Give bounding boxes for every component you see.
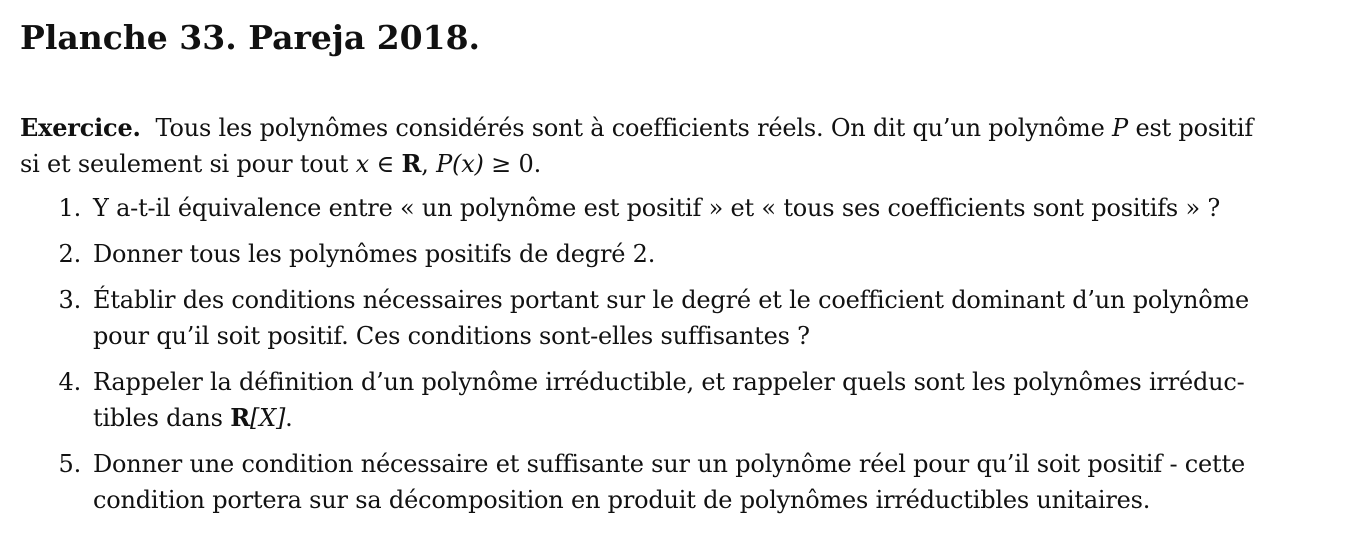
question-text-line-1: Donner une condition nécessaire et suffi… [93,450,1245,478]
question-number: 3. [58,286,82,314]
real-numbers-symbol: R [230,403,250,432]
question-text: Y a-t-il équivalence entre « un polynôme… [93,194,1221,222]
exercise-condition-start: si et seulement si pour tout [20,150,349,178]
x-symbol: x [355,150,370,178]
question-text: Donner tous les polynômes positifs de de… [93,240,656,268]
question-list: 1. Y a-t-il équivalence entre « un polyn… [55,190,1310,518]
question-item-5: 5. Donner une condition nécessaire et su… [55,446,1310,518]
question-item-2: 2. Donner tous les polynômes positifs de… [55,236,1310,272]
question-number: 1. [58,194,82,222]
question-text-part: tibles dans [93,404,223,432]
question-item-3: 3. Établir des conditions nécessaires po… [55,282,1310,354]
question-text-line-1: Établir des conditions nécessaires porta… [93,286,1250,314]
comma-symbol: , [421,150,429,178]
question-item-1: 1. Y a-t-il équivalence entre « un polyn… [55,190,1310,226]
real-numbers-symbol: R [401,149,422,178]
question-text-line-1: Rappeler la définition d’un polynôme irr… [93,368,1245,396]
inequality-symbol: ≥ 0. [491,150,541,178]
question-number: 4. [58,368,82,396]
question-number: 2. [58,240,82,268]
element-of-symbol: ∈ [376,150,395,178]
question-text-line-2: condition portera sur sa décomposition e… [93,486,1151,514]
period-symbol: . [285,404,293,432]
question-text-line-2: tibles dans R[X]. [93,400,1310,436]
polynomial-ring-variable: [X] [249,404,286,432]
exercise-label: Exercice. [20,113,141,142]
exercise-intro: Exercice. Tous les polynômes considérés … [20,110,1310,182]
question-text-line-2: pour qu’il soit positif. Ces conditions … [93,322,810,350]
exercise-text-end: est positif [1135,114,1254,142]
exercise-text: Tous les polynômes considérés sont à coe… [155,114,1105,142]
exercise-intro-line-1: Exercice. Tous les polynômes considérés … [20,110,1310,146]
question-item-4: 4. Rappeler la définition d’un polynôme … [55,364,1310,436]
p-of-x-symbol: P(x) [436,150,484,178]
polynomial-symbol: P [1112,114,1128,142]
page-title: Planche 33. Pareja 2018. [20,18,481,57]
question-number: 5. [58,450,82,478]
exercise-intro-line-2: si et seulement si pour tout x ∈ R, P(x)… [20,146,1310,182]
